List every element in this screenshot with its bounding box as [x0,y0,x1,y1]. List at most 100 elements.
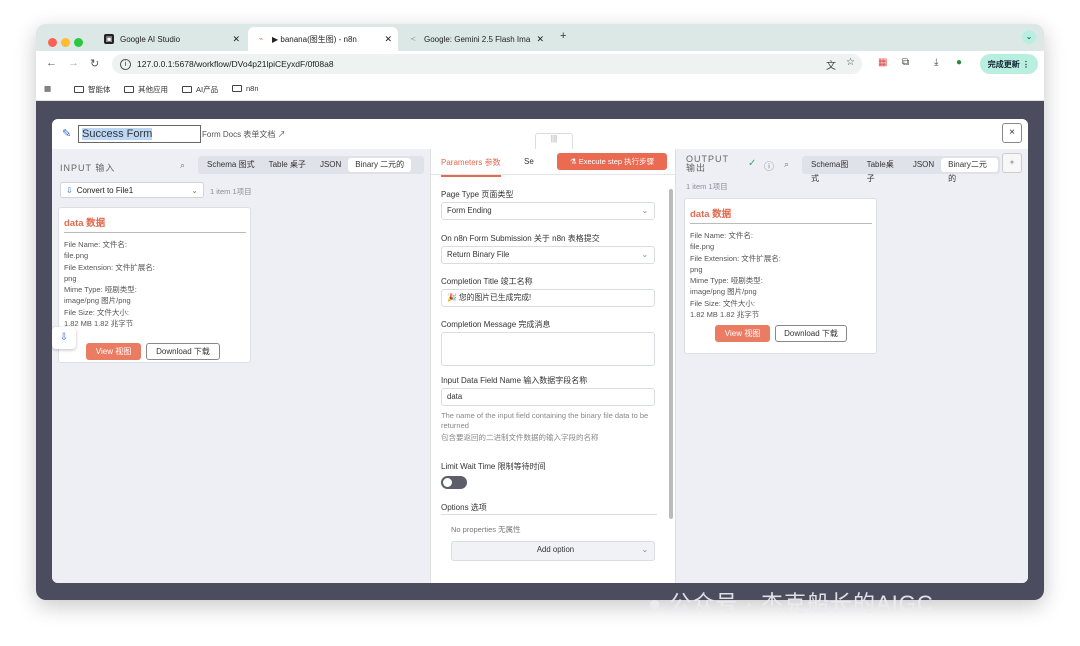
profile-icon[interactable]: ● [956,57,962,68]
update-label: 完成更新 [987,59,1020,69]
search-icon[interactable]: ⌕ [784,159,789,170]
apps-grid-icon[interactable]: ▦ [44,84,51,93]
node-icon[interactable]: ⇩ [52,327,76,349]
tab-strip: ▣ Google AI Studio ✕ ⌁ ▶ banana(图生图) - n… [36,24,1044,51]
tab-n8n-workflow[interactable]: ⌁ ▶ banana(图生图) - n8n ✕ [248,27,398,51]
add-option-select[interactable]: Add option ⌄ [451,541,655,561]
search-icon[interactable]: ⌕ [180,160,185,171]
tab-schema[interactable]: Schema 图式 [200,158,262,172]
form-docs-link[interactable]: Form Docs 表单文档 ↗ [202,129,286,140]
tab-google-ai-studio[interactable]: ▣ Google AI Studio ✕ [96,27,246,51]
url-bar[interactable]: i 127.0.0.1:5678/workflow/DVo4p21lpiCEyx… [112,54,862,74]
tab-binary[interactable]: Binary二元的 [941,158,998,183]
tab-settings[interactable]: Se [524,157,534,166]
detail-line: File Size: 文件大小: [690,298,756,308]
new-tab-button[interactable]: + [560,30,566,42]
node-title-input[interactable]: Success Form [78,125,201,143]
chevron-down-icon: ⌄ [191,185,198,195]
tab-table[interactable]: Table 桌子 [262,158,313,172]
tab-parameters[interactable]: Parameters 参数 [441,157,501,177]
download-button[interactable]: Download 下载 [146,343,220,360]
reload-icon[interactable]: ↻ [90,57,99,70]
folder-icon [232,85,242,92]
download-icon[interactable]: ⤓ [934,57,938,68]
close-icon[interactable]: ✕ [536,34,544,45]
binary-data-card: data 数据 File Name: 文件名: file.png File Ex… [58,207,251,363]
info-icon[interactable]: ⓘ [764,158,774,173]
panel-drag-handle[interactable]: ||| [535,133,573,149]
item-count: 1 item 1项目 [686,182,728,191]
chevron-down-icon[interactable]: ⌄ [1022,30,1036,44]
no-properties-text: No properties 无属性 [451,525,521,534]
tab-table[interactable]: Table桌子 [860,158,906,183]
tab-binary[interactable]: Binary 二元的 [348,158,412,172]
bookmark-folder[interactable]: n8n [232,84,259,93]
download-button[interactable]: Download 下载 [775,325,847,342]
puzzle-icon[interactable]: ⧉ [902,57,909,68]
bookmarks-bar: ▦ 智能体 其他应用 AI产品 n8n [36,77,1044,101]
tab-schema[interactable]: Schema图式 [804,158,860,183]
input-field-hint: The name of the input field containing t… [441,411,649,430]
ai-studio-icon: ▣ [104,34,114,44]
tab-json[interactable]: JSON [313,158,348,172]
folder-icon [74,86,84,93]
back-arrow-icon[interactable]: ← [46,57,57,69]
tab-json[interactable]: JSON [906,158,941,172]
tab-label: ▶ banana(图生图) - n8n [272,34,357,44]
translate-icon[interactable]: 文 [826,57,836,72]
site-info-icon[interactable]: i [120,58,131,70]
detail-line: png [690,264,703,274]
detail-line: 1.82 MB 1.82 兆字节 [690,310,760,320]
on-submit-select[interactable]: Return Binary File ⌄ [441,246,655,264]
n8n-icon: ⌁ [258,36,264,43]
scrollbar[interactable] [669,189,673,519]
detail-line: image/png 图片/png [690,287,757,297]
extension-icon[interactable]: ▦ [878,57,887,68]
input-field-name-input[interactable]: data [441,388,655,406]
success-check-icon: ✓ [748,158,757,169]
update-button[interactable]: 完成更新 ⋮ [979,54,1038,74]
output-panel: OUTPUT 输出 ✓ ⓘ ⌕ Schema图式 Table桌子 JSON Bin… [678,149,1028,583]
page-type-select[interactable]: Form Ending ⌄ [441,202,655,220]
completion-message-textarea[interactable] [441,332,655,366]
completion-title-input[interactable]: 🎉 您的图片已生成完成! [441,289,655,307]
output-title-zh: 输出 [686,163,707,173]
url-text: 127.0.0.1:5678/workflow/DVo4p21lpiCEyxdF… [137,59,334,69]
source-node-label: Convert to File1 [76,185,134,195]
close-icon[interactable]: ✕ [232,34,240,45]
chevron-down-icon: ⌄ [641,545,648,554]
watermark-text: 公众号 · 杰克船长的AIGC [669,591,934,616]
view-button[interactable]: View 视图 [86,343,141,360]
wechat-icon: ● [648,591,663,616]
minimize-window-button[interactable] [61,38,70,47]
close-window-button[interactable] [48,38,57,47]
n8n-canvas: ✎ Success Form Form Docs 表单文档 ↗ × ||| IN… [36,101,1044,600]
card-title: data 数据 [690,209,732,220]
bookmark-label: n8n [246,84,259,93]
page-type-value: Form Ending [447,206,492,215]
detail-line: File Size: 文件大小: [64,307,130,317]
bookmark-folder[interactable]: 智能体 [74,84,111,95]
docs-label: Form Docs 表单文档 [202,130,276,139]
source-node-select[interactable]: ⇩ Convert to File1 ⌄ [60,182,204,198]
limit-wait-toggle[interactable] [441,476,467,489]
forward-arrow-icon[interactable]: → [68,57,79,69]
pin-icon[interactable]: ✦ [1002,153,1022,173]
close-modal-button[interactable]: × [1002,123,1022,143]
completion-message-label: Completion Message 完成消息 [441,320,551,329]
chevron-down-icon: ⌄ [641,250,648,259]
tab-gemini-flash[interactable]: ≺ Google: Gemini 2.5 Flash Ima ✕ [400,27,550,51]
bookmark-label: AI产品 [196,85,219,94]
bookmark-folder[interactable]: 其他应用 [124,84,168,95]
detail-line: Mime Type: 哑剧类型: [64,285,137,295]
view-button[interactable]: View 视图 [715,325,770,342]
bookmark-folder[interactable]: AI产品 [182,84,218,95]
options-divider [441,514,657,515]
detail-line: File Extension: 文件扩展名: [64,262,155,272]
maximize-window-button[interactable] [74,38,83,47]
tab-label: Google AI Studio [120,34,181,44]
wechat-watermark: ● 公众号 · 杰克船长的AIGC [648,586,934,618]
bookmark-star-icon[interactable]: ☆ [846,57,855,68]
execute-step-button[interactable]: ⚗ Execute step 执行步骤 [557,153,667,170]
close-icon[interactable]: ✕ [384,34,392,45]
